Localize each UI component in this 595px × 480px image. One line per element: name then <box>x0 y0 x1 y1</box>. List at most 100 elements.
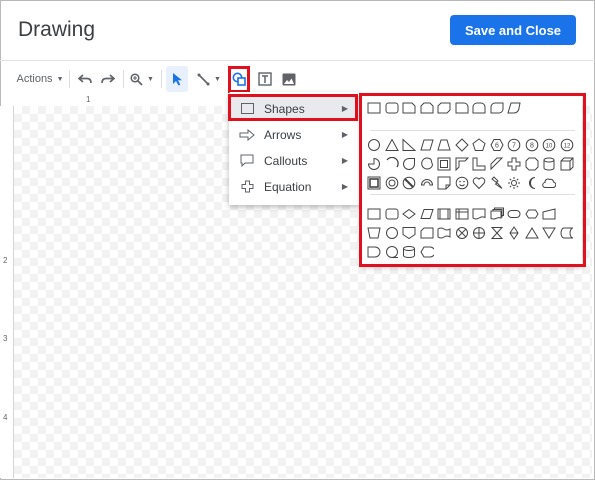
shape-half-frame-icon[interactable] <box>455 157 469 172</box>
shape-moon-icon[interactable] <box>525 176 539 190</box>
shape-card-icon[interactable] <box>420 226 434 240</box>
shape-chord-icon[interactable] <box>420 157 434 171</box>
shape-block-arc-icon[interactable] <box>420 176 434 190</box>
redo-button[interactable] <box>97 66 119 92</box>
shape-octagon-icon[interactable]: 8 <box>525 138 539 152</box>
image-icon <box>282 73 296 85</box>
shape-heptagon-icon[interactable]: 7 <box>507 138 521 152</box>
vertical-ruler: 2 3 4 <box>0 106 14 478</box>
line-icon <box>197 73 210 85</box>
shape-manual-op-icon[interactable] <box>367 226 381 240</box>
line-tool-button[interactable]: ▼ <box>192 66 226 92</box>
shape-right-triangle-icon[interactable] <box>402 138 417 152</box>
shape-cube-icon[interactable] <box>560 157 574 171</box>
shape-round2-icon[interactable] <box>472 101 486 115</box>
shape-cloud-icon[interactable] <box>542 176 557 190</box>
redo-icon <box>101 74 115 84</box>
shape-parallelogram-r-icon[interactable] <box>507 101 521 115</box>
shape-dodecagon-icon[interactable]: 12 <box>560 138 574 152</box>
shape-internal-storage-icon[interactable] <box>455 207 469 221</box>
shape-extract-icon[interactable] <box>524 226 539 240</box>
shape-diamond-icon[interactable] <box>454 138 469 152</box>
zoom-button[interactable]: ▼ <box>128 66 156 92</box>
shape-snip2-icon[interactable] <box>420 101 434 115</box>
shape-menu: Shapes ▶ Arrows ▶ Callouts ▶ Equation ▶ <box>229 92 360 205</box>
shape-no-symbol-icon[interactable] <box>402 176 416 190</box>
shape-preparation-icon[interactable] <box>524 207 539 221</box>
shape-tool-button[interactable] <box>230 66 248 92</box>
shape-donut-icon[interactable] <box>385 176 399 190</box>
shape-ellipse-icon[interactable] <box>367 138 381 152</box>
shape-frame-icon[interactable] <box>437 157 451 171</box>
shape-plus-icon[interactable] <box>507 157 521 171</box>
undo-button[interactable] <box>74 66 96 92</box>
menu-item-callouts[interactable]: Callouts ▶ <box>229 148 360 173</box>
ruler-mark: 1 <box>86 95 91 104</box>
shape-tear-icon[interactable] <box>402 157 416 171</box>
shape-terminator-icon[interactable] <box>507 207 521 221</box>
shape-triangle-icon[interactable] <box>384 138 399 152</box>
shape-parallelogram-icon[interactable] <box>419 138 434 152</box>
actions-menu-button[interactable]: Actions ▼ <box>14 66 66 92</box>
shape-hexagon-icon[interactable]: 6 <box>489 138 504 152</box>
shape-sun-icon[interactable] <box>507 176 521 190</box>
select-tool-button[interactable] <box>166 66 188 92</box>
shape-arc-icon[interactable] <box>385 156 399 171</box>
shape-bevel-icon[interactable] <box>367 176 381 190</box>
menu-item-arrows[interactable]: Arrows ▶ <box>229 122 360 147</box>
shape-predefined-icon[interactable] <box>437 207 451 221</box>
shape-rect-rounded-icon[interactable] <box>385 101 399 115</box>
shape-l-shape-icon[interactable] <box>472 157 486 171</box>
image-button[interactable] <box>279 66 299 92</box>
submenu-arrow-icon: ▶ <box>341 156 348 165</box>
shape-data-icon[interactable] <box>419 207 434 221</box>
shape-icon <box>232 72 246 86</box>
menu-item-label: Shapes <box>264 101 305 116</box>
shape-heart-icon[interactable] <box>472 176 486 190</box>
shape-pie-icon[interactable] <box>367 157 381 171</box>
shape-sort-icon[interactable] <box>507 226 521 240</box>
shape-merge-icon[interactable] <box>542 226 556 240</box>
shape-display-icon[interactable] <box>419 245 435 259</box>
ruler-mark: 2 <box>3 256 8 265</box>
chevron-down-icon: ▼ <box>56 75 64 83</box>
toolbar-separator <box>69 70 70 88</box>
shape-summing-icon[interactable] <box>455 226 469 240</box>
shape-lightning-icon[interactable] <box>490 176 504 190</box>
save-and-close-button[interactable]: Save and Close <box>450 15 576 45</box>
shape-collate-icon[interactable] <box>490 226 504 240</box>
shape-folded-corner-icon[interactable] <box>437 176 451 190</box>
shape-decision-icon[interactable] <box>402 207 416 221</box>
shape-diag-stripe-icon[interactable] <box>490 157 504 171</box>
menu-item-equation[interactable]: Equation ▶ <box>229 174 360 199</box>
shape-can-icon[interactable] <box>542 157 556 171</box>
shape-snip-diag-icon[interactable] <box>437 101 451 115</box>
shape-offpage-icon[interactable] <box>402 226 416 240</box>
shape-trapezoid-icon[interactable] <box>437 138 451 152</box>
shape-rect-icon[interactable] <box>367 101 381 115</box>
shape-or-icon[interactable] <box>472 226 486 240</box>
text-box-button[interactable] <box>255 66 275 92</box>
shape-delay-icon[interactable] <box>367 245 381 259</box>
shape-octagon-cross-icon[interactable] <box>525 157 539 171</box>
shape-punched-tape-icon[interactable] <box>437 226 451 240</box>
shape-round1-icon[interactable] <box>455 101 469 115</box>
shape-decagon-icon[interactable]: 10 <box>542 138 556 152</box>
toolbar-separator <box>123 70 124 88</box>
shape-connector-icon[interactable] <box>385 226 399 240</box>
shape-alt-process-icon[interactable] <box>385 207 399 221</box>
shape-seq-storage-icon[interactable] <box>385 245 399 259</box>
shape-document-icon[interactable] <box>472 207 486 221</box>
menu-item-shapes[interactable]: Shapes ▶ <box>229 96 360 121</box>
shape-smiley-icon[interactable] <box>455 176 469 190</box>
shape-snip1-icon[interactable] <box>402 101 416 115</box>
shape-magnetic-disk-icon[interactable] <box>402 245 416 259</box>
shape-process-icon[interactable] <box>367 207 381 221</box>
submenu-arrow-icon: ▶ <box>341 104 348 113</box>
shape-pentagon-icon[interactable] <box>472 138 486 152</box>
shape-round-diag-icon[interactable] <box>490 101 504 115</box>
svg-text:6: 6 <box>495 143 499 150</box>
shape-stored-data-icon[interactable] <box>560 226 574 240</box>
shape-multidoc-icon[interactable] <box>490 207 504 221</box>
shape-manual-input-icon[interactable] <box>542 207 556 221</box>
